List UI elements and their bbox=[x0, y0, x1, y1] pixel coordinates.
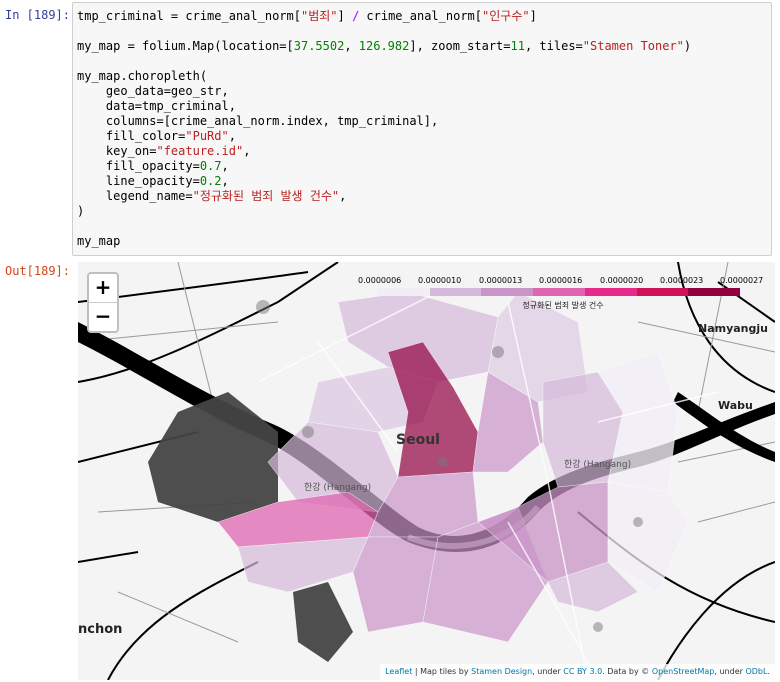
legend-swatch bbox=[584, 288, 637, 296]
zoom-control: + − bbox=[87, 272, 119, 333]
leaflet-link[interactable]: Leaflet bbox=[385, 667, 412, 676]
odbl-link[interactable]: ODbL bbox=[745, 667, 767, 676]
code-text: tmp_criminal = crime_anal_norm["범죄"] / c… bbox=[77, 9, 692, 248]
attribution-text: , under bbox=[532, 667, 564, 676]
map-legend: 0.0000006 0.0000010 0.0000013 0.0000016 … bbox=[358, 276, 768, 316]
legend-tick: 0.0000010 bbox=[418, 276, 462, 285]
label-hangang-right: 한강 (Hangang) bbox=[564, 460, 632, 470]
stamen-link[interactable]: Stamen Design bbox=[471, 667, 532, 676]
input-prompt: In [189]: bbox=[4, 8, 70, 22]
legend-swatch bbox=[481, 288, 534, 296]
label-namyangju: Namyangju bbox=[698, 322, 768, 335]
attribution-text: . bbox=[767, 667, 770, 676]
label-wabu: Wabu bbox=[718, 399, 753, 412]
legend-swatch bbox=[429, 288, 482, 296]
legend-ticks: 0.0000006 0.0000010 0.0000013 0.0000016 … bbox=[358, 276, 768, 288]
legend-tick: 0.0000016 bbox=[539, 276, 583, 285]
legend-tick: 0.0000027 bbox=[720, 276, 764, 285]
osm-link[interactable]: OpenStreetMap bbox=[652, 667, 715, 676]
legend-title: 정규화된 범죄 발생 건수 bbox=[522, 301, 604, 310]
leaflet-map[interactable]: + − 0.0000006 0.0000010 0.0000013 0.0000… bbox=[78, 262, 775, 680]
legend-swatch bbox=[378, 288, 430, 296]
label-seoul: Seoul bbox=[396, 432, 440, 448]
legend-swatch bbox=[533, 288, 585, 296]
attribution-text: , under bbox=[714, 667, 746, 676]
map-attribution: Leaflet | Map tiles by Stamen Design, un… bbox=[380, 664, 775, 680]
attribution-text: . Data by © bbox=[602, 667, 652, 676]
zoom-out-button[interactable]: − bbox=[89, 302, 117, 331]
legend-tick: 0.0000020 bbox=[600, 276, 644, 285]
output-prompt: Out[189]: bbox=[4, 264, 70, 278]
ccby-link[interactable]: CC BY 3.0 bbox=[563, 667, 602, 676]
legend-swatch bbox=[688, 288, 741, 296]
legend-color-bar bbox=[378, 288, 741, 296]
legend-swatch bbox=[636, 288, 689, 296]
legend-tick: 0.0000023 bbox=[660, 276, 704, 285]
code-cell[interactable]: tmp_criminal = crime_anal_norm["범죄"] / c… bbox=[72, 2, 772, 256]
zoom-in-button[interactable]: + bbox=[89, 274, 117, 302]
label-incheon: nchon bbox=[78, 622, 123, 637]
legend-tick: 0.0000006 bbox=[358, 276, 402, 285]
map-tiles bbox=[78, 262, 775, 680]
legend-tick: 0.0000013 bbox=[479, 276, 523, 285]
label-hangang-left: 한강 (Hangang) bbox=[304, 483, 372, 493]
attribution-text: | Map tiles by bbox=[412, 667, 472, 676]
